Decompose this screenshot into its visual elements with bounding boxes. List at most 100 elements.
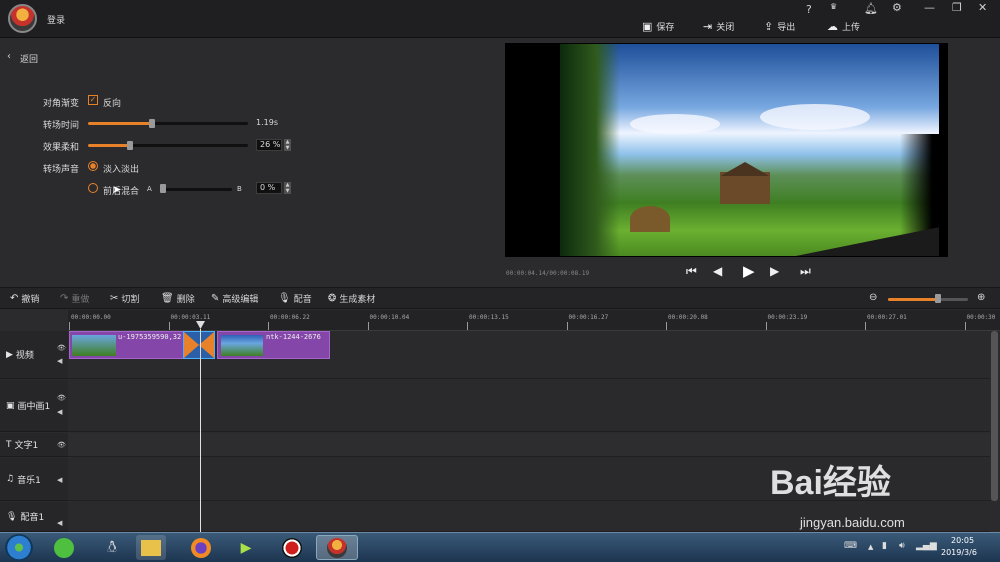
mix-radio[interactable] xyxy=(88,183,98,193)
speaker-icon[interactable]: ◀︎ xyxy=(57,519,62,527)
track-label-pip: 画中画1 xyxy=(17,402,51,412)
video-clip-2[interactable]: ntk-1244-2676 xyxy=(217,331,330,359)
undo-icon: ↶ xyxy=(10,293,19,304)
taskbar-app-firefox[interactable] xyxy=(186,535,216,560)
timeline-scrollbar[interactable] xyxy=(991,331,998,501)
speaker-icon[interactable]: ◀︎ xyxy=(57,408,62,416)
undo-label: 撤销 xyxy=(21,295,40,305)
step-back-icon[interactable]: ◀︎ xyxy=(713,264,722,278)
ruler-tick-label: 00:00:13.15 xyxy=(469,314,509,321)
save-button[interactable]: ▣ 保存 xyxy=(642,19,674,33)
ruler-tick xyxy=(964,322,966,330)
restore-icon[interactable]: ❐ xyxy=(952,1,962,14)
cut-button[interactable]: ✂ 切割 xyxy=(110,292,139,305)
track-pip[interactable] xyxy=(68,380,990,432)
dub-button[interactable]: 🎙︎ 配音 xyxy=(278,292,312,305)
track-text[interactable] xyxy=(68,433,990,457)
close-button[interactable]: ⇥ 关闭 xyxy=(703,19,734,33)
zoom-out-icon[interactable]: ⊖ xyxy=(869,292,877,303)
taskbar-app-360[interactable] xyxy=(49,535,79,560)
title-bar: 登录 ? ♛ 🔔︎ ⚙ — ❐ ✕ ▣ 保存 ⇥ 关闭 ⇪ 导出 ☁ 上传 xyxy=(0,0,1000,38)
step-forward-icon[interactable]: ▶︎ xyxy=(770,264,779,278)
eye-icon[interactable]: 👁︎ xyxy=(57,344,66,352)
tray-expand-icon[interactable]: ▲ xyxy=(868,543,873,551)
taskbar-app-editor[interactable] xyxy=(316,535,358,560)
ruler-tick-label: 00:00:23.19 xyxy=(767,314,808,321)
video-clip-1[interactable]: u-1975359590,32 xyxy=(69,331,187,359)
skip-start-icon[interactable]: ⏮ xyxy=(686,264,697,279)
zoom-knob[interactable] xyxy=(935,294,941,303)
ruler-tick-label: 00:00:30 xyxy=(966,314,996,321)
mix-knob[interactable] xyxy=(160,184,166,193)
mic-icon: 🎙︎ xyxy=(6,511,18,522)
mix-spinner[interactable]: ▲ ▼ xyxy=(284,182,291,194)
close-window-icon[interactable]: ✕ xyxy=(978,1,987,14)
mix-slider[interactable] xyxy=(160,188,232,191)
duration-slider[interactable] xyxy=(88,122,248,125)
music-note-icon: ♫ xyxy=(6,474,15,484)
fade-radio[interactable] xyxy=(88,161,98,171)
dub-label: 配音 xyxy=(293,295,312,305)
delete-button[interactable]: 🗑︎ 删除 xyxy=(161,292,195,305)
network-icon[interactable]: ▂▄▆ xyxy=(916,541,937,551)
keyboard-icon[interactable]: ⌨ xyxy=(844,541,857,551)
reverse-checkbox[interactable]: ✓ xyxy=(88,95,98,105)
preview-image xyxy=(560,44,939,256)
speaker-icon[interactable]: ◀︎ xyxy=(57,357,62,365)
help-icon[interactable]: ? xyxy=(806,3,812,16)
undo-button[interactable]: ↶ 撤销 xyxy=(10,292,39,305)
zoom-in-icon[interactable]: ⊕ xyxy=(977,292,985,303)
transition-block[interactable] xyxy=(183,331,215,359)
login-link[interactable]: 登录 xyxy=(47,13,65,26)
film-reel-icon: ❂ xyxy=(328,293,337,304)
mix-b-label: B xyxy=(237,185,242,193)
taskbar-app-explorer[interactable] xyxy=(136,535,166,560)
generate-material-button[interactable]: ❂ 生成素材 xyxy=(328,292,375,305)
app-logo-avatar[interactable] xyxy=(8,4,37,33)
softness-spinner[interactable]: ▲ ▼ xyxy=(284,139,291,151)
taskbar-app-qq[interactable]: 🐧︎ xyxy=(97,535,127,560)
start-button[interactable] xyxy=(5,534,33,561)
bell-icon[interactable]: 🔔︎ xyxy=(864,2,878,15)
softness-input[interactable]: 26 % xyxy=(256,139,282,151)
duration-value: 1.19s xyxy=(256,118,278,127)
gear-icon[interactable]: ⚙ xyxy=(892,1,902,14)
back-link[interactable]: 返回 xyxy=(20,52,38,65)
sound-label: 转场声音 xyxy=(43,165,80,175)
mix-input[interactable]: 0 % xyxy=(256,182,282,194)
redo-icon: ↷ xyxy=(60,293,69,304)
eye-icon[interactable]: 👁︎ xyxy=(57,394,66,402)
taskbar-app-recorder[interactable] xyxy=(277,535,307,560)
battery-icon[interactable]: ▮ xyxy=(882,541,887,551)
softness-label: 效果柔和 xyxy=(43,143,80,153)
volume-icon[interactable]: 🔊︎ xyxy=(899,541,905,551)
delete-label: 删除 xyxy=(176,295,195,305)
play-icon[interactable]: ▶ xyxy=(743,262,755,280)
track-label-text: 文字1 xyxy=(14,441,39,451)
pencil-icon: ✎ xyxy=(211,293,220,304)
ruler-tick xyxy=(865,322,866,330)
skip-end-icon[interactable]: ⏭ xyxy=(800,264,811,279)
redo-button[interactable]: ↷ 重做 xyxy=(60,292,89,305)
zoom-slider[interactable] xyxy=(888,298,968,301)
upload-button[interactable]: ☁ 上传 xyxy=(827,19,860,33)
advanced-edit-button[interactable]: ✎ 高级编辑 xyxy=(211,292,258,305)
eye-icon[interactable]: 👁︎ xyxy=(57,441,66,449)
export-button[interactable]: ⇪ 导出 xyxy=(764,19,795,33)
back-chevron-icon[interactable]: ‹ xyxy=(7,51,11,62)
speaker-icon[interactable]: ◀︎ xyxy=(57,476,62,484)
softness-slider[interactable] xyxy=(88,144,248,147)
vip-icon[interactable]: ♛ xyxy=(830,2,837,11)
clock-date[interactable]: 2019/3/6 xyxy=(941,548,977,557)
track-header-dub: 🎙︎ 配音1 xyxy=(0,502,68,532)
clock-time[interactable]: 20:05 xyxy=(951,536,974,545)
softness-knob[interactable] xyxy=(126,141,133,150)
playhead-line[interactable] xyxy=(200,329,201,532)
taskbar-app-video[interactable]: ▶ xyxy=(231,535,261,560)
minimize-icon[interactable]: — xyxy=(924,1,935,14)
ruler-tick-label: 00:00:10.04 xyxy=(369,314,410,321)
duration-knob[interactable] xyxy=(149,119,155,128)
ruler-tick xyxy=(566,322,568,330)
duration-label: 转场时间 xyxy=(43,121,80,131)
ruler-tick-label: 00:00:00.00 xyxy=(71,314,111,321)
